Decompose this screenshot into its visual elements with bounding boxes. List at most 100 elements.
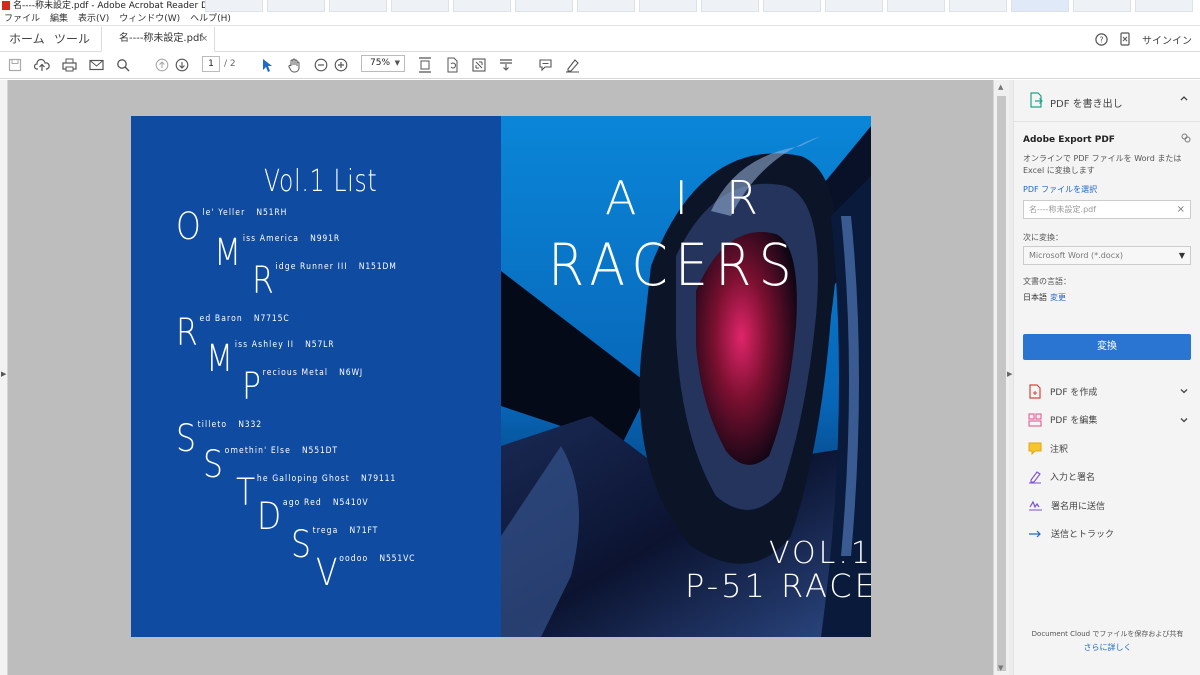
aircraft-initial: D xyxy=(257,495,282,538)
convert-button[interactable]: 変換 xyxy=(1023,334,1191,360)
browser-tab[interactable] xyxy=(1011,0,1069,12)
next-page-icon[interactable] xyxy=(173,56,191,74)
send-track-icon xyxy=(1028,528,1043,540)
browser-tab[interactable] xyxy=(639,0,697,12)
aircraft-initial: V xyxy=(316,551,338,594)
tool-item-label: 送信とトラック xyxy=(1051,530,1115,541)
hand-tool-icon[interactable] xyxy=(285,56,303,74)
tool-item[interactable]: 署名用に送信 xyxy=(1014,491,1200,520)
browser-tab[interactable] xyxy=(825,0,883,12)
aircraft-registration: N6WJ xyxy=(339,368,363,378)
mobile-link-icon[interactable] xyxy=(1120,32,1130,46)
aircraft-name: ed Baron xyxy=(199,314,243,324)
zoom-select[interactable]: 75% ▼ xyxy=(361,55,405,72)
tab-tools[interactable]: ツール xyxy=(54,27,90,51)
convert-format-value: Microsoft Word (*.docx) xyxy=(1029,251,1123,260)
export-pdf-icon xyxy=(1030,92,1043,108)
aircraft-name: idge Runner III xyxy=(275,262,348,272)
browser-tab[interactable] xyxy=(267,0,325,12)
clear-file-icon[interactable]: × xyxy=(1177,201,1185,218)
page-total: / 2 xyxy=(224,59,236,69)
tab-document[interactable]: 名----称未設定.pdf × xyxy=(101,27,215,52)
browser-tab[interactable] xyxy=(701,0,759,12)
tool-item[interactable]: PDF を作成 xyxy=(1014,377,1200,406)
zoom-out-icon[interactable] xyxy=(312,56,330,74)
tool-item-label: PDF を編集 xyxy=(1050,416,1098,427)
tool-item-label: 注釈 xyxy=(1050,444,1069,455)
aircraft-initial: P xyxy=(242,365,261,408)
export-description: オンラインで PDF ファイルを Word または Excel に変換します xyxy=(1023,154,1182,175)
chevron-down-icon[interactable] xyxy=(1179,386,1189,399)
highlight-pen-icon[interactable] xyxy=(563,56,581,74)
menu-item[interactable]: 表示(V) xyxy=(73,12,114,25)
aircraft-registration: N551VC xyxy=(379,554,416,564)
browser-tab[interactable] xyxy=(887,0,945,12)
aircraft-registration: N991R xyxy=(310,234,341,244)
aircraft-registration: N5410V xyxy=(332,498,369,508)
comment-icon[interactable] xyxy=(536,56,554,74)
menu-item[interactable]: ヘルプ(H) xyxy=(185,12,236,25)
browser-tab[interactable] xyxy=(515,0,573,12)
fit-page-icon[interactable] xyxy=(470,56,488,74)
selected-file-field[interactable]: 名----称未設定.pdf × xyxy=(1023,200,1191,219)
browser-tab[interactable] xyxy=(453,0,511,12)
learn-more-link[interactable]: さらに詳しく xyxy=(1084,643,1132,652)
aircraft-initial: R xyxy=(176,311,198,354)
convert-format-select[interactable]: Microsoft Word (*.docx) ▼ xyxy=(1023,246,1191,265)
close-tab-icon[interactable]: × xyxy=(200,27,208,51)
aircraft-name: ago Red xyxy=(282,498,322,508)
browser-tab[interactable] xyxy=(577,0,635,12)
page-number-input[interactable]: 1 xyxy=(202,56,220,72)
select-pdf-link[interactable]: PDF ファイルを選択 xyxy=(1023,184,1097,195)
aircraft-entry: Ridge Runner III N151DM xyxy=(252,262,397,299)
signin-link[interactable]: サインイン xyxy=(1142,32,1192,47)
browser-tab[interactable] xyxy=(205,0,263,12)
left-pane-handle[interactable]: ▶ xyxy=(0,80,8,675)
tab-bar: ホーム ツール 名----称未設定.pdf × ? サインイン xyxy=(0,27,1200,52)
browser-tab[interactable] xyxy=(763,0,821,12)
export-pdf-panel: Adobe Export PDF オンラインで PDF ファイルを Word ま… xyxy=(1014,122,1200,377)
rotate-page-icon[interactable] xyxy=(443,56,461,74)
acrobat-window: 名----称未設定.pdf - Adobe Acrobat Reader DC … xyxy=(0,0,1200,675)
previous-page-icon[interactable] xyxy=(153,56,171,74)
scroll-down-arrow-icon[interactable]: ▼ xyxy=(998,664,1003,672)
aircraft-name: he Galloping Ghost xyxy=(256,474,350,484)
aircraft-name: oodoo xyxy=(339,554,369,564)
tab-home[interactable]: ホーム xyxy=(9,27,45,51)
upload-cloud-icon[interactable] xyxy=(33,56,51,74)
cover-volume: VOL.1 xyxy=(769,536,871,571)
menu-item[interactable]: ファイル xyxy=(0,12,45,25)
aircraft-name: trega xyxy=(312,526,339,536)
scroll-down-icon[interactable] xyxy=(497,56,515,74)
menu-item[interactable]: 編集 xyxy=(45,12,73,25)
svg-text:?: ? xyxy=(1099,35,1103,44)
link-icon[interactable] xyxy=(1181,133,1191,143)
help-icon[interactable]: ? xyxy=(1095,32,1108,46)
menu-item[interactable]: ウィンドウ(W) xyxy=(114,12,185,25)
email-icon[interactable] xyxy=(87,56,105,74)
browser-tab[interactable] xyxy=(329,0,387,12)
zoom-in-icon[interactable] xyxy=(332,56,350,74)
chevron-up-icon[interactable] xyxy=(1179,93,1189,103)
tool-item[interactable]: PDF を編集 xyxy=(1014,406,1200,435)
print-icon[interactable] xyxy=(60,56,78,74)
tool-item[interactable]: 注釈 xyxy=(1014,434,1200,463)
browser-tab[interactable] xyxy=(949,0,1007,12)
export-pdf-header[interactable]: PDF を書き出し xyxy=(1014,80,1200,122)
scrollbar-thumb[interactable] xyxy=(997,96,1006,671)
select-cursor-icon[interactable] xyxy=(258,56,276,74)
browser-tab[interactable] xyxy=(1135,0,1193,12)
zoom-value: 75% xyxy=(370,58,391,68)
tool-item[interactable]: 入力と署名 xyxy=(1014,463,1200,492)
save-icon[interactable] xyxy=(6,56,24,74)
browser-tab[interactable] xyxy=(391,0,449,12)
scroll-mode-icon[interactable] xyxy=(416,56,434,74)
search-icon[interactable] xyxy=(114,56,132,74)
chevron-down-icon[interactable] xyxy=(1179,415,1189,428)
chevron-down-icon: ▼ xyxy=(1178,251,1185,260)
scroll-up-icon[interactable]: ▲ xyxy=(998,83,1003,91)
aircraft-registration: N51RH xyxy=(256,208,288,218)
tool-item[interactable]: 送信とトラック xyxy=(1014,520,1200,549)
change-language-link[interactable]: 変更 xyxy=(1050,293,1066,302)
browser-tab[interactable] xyxy=(1073,0,1131,12)
